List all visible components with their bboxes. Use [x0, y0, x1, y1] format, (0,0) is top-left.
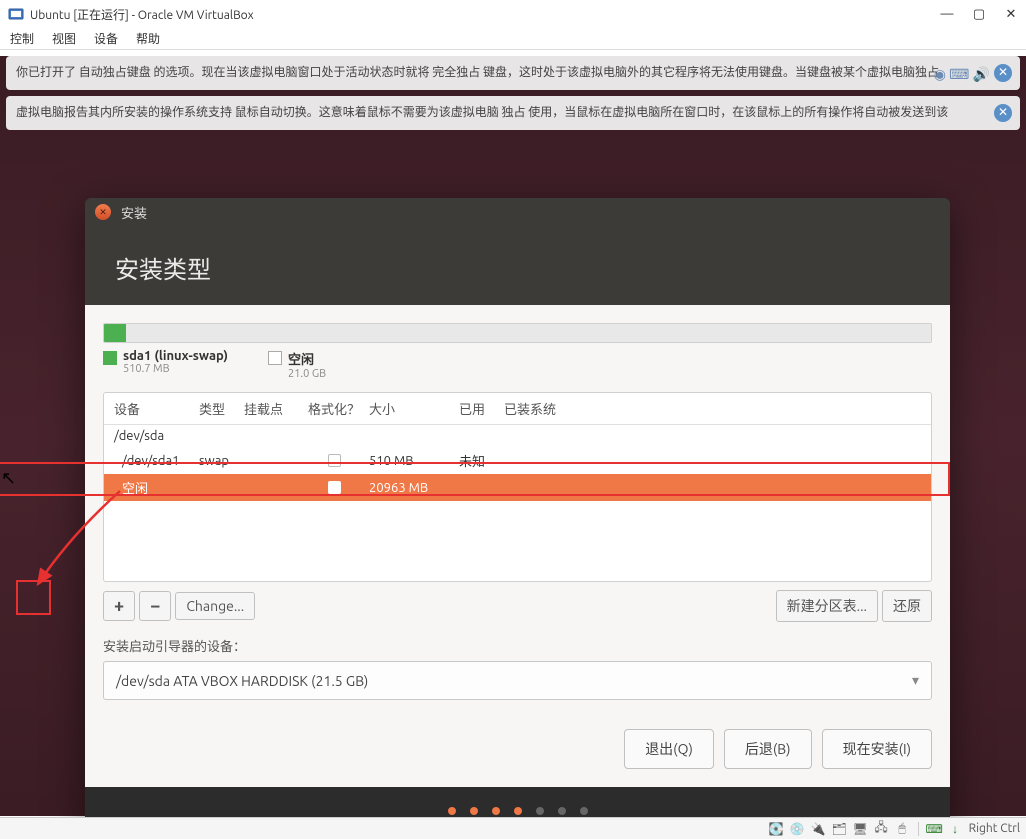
disk-legend: sda1 (linux-swap) 510.7 MB 空闲 21.0 GB	[103, 349, 932, 380]
maximize-button[interactable]: ▢	[972, 7, 986, 21]
change-partition-button[interactable]: Change...	[175, 592, 255, 620]
legend-square-swap	[103, 351, 117, 365]
virtualbox-icon	[8, 6, 24, 22]
partition-table[interactable]: 设备 类型 挂载点 格式化？ 大小 已用 已装系统 /dev/sda /dev/…	[103, 392, 932, 582]
window-close-button[interactable]	[95, 204, 111, 220]
host-key-indicator-icon: ⌨	[927, 821, 942, 836]
bootloader-label: 安装启动引导器的设备：	[103, 636, 932, 655]
mouse-icon[interactable]: 🖱	[895, 821, 910, 836]
step-dot	[470, 807, 478, 815]
nav-buttons: 退出(Q) 后退(B) 现在安装(I)	[103, 709, 932, 769]
back-button[interactable]: 后退(B)	[724, 729, 812, 769]
step-dot	[448, 807, 456, 815]
remove-partition-button[interactable]: −	[139, 591, 171, 621]
add-partition-button[interactable]: +	[103, 591, 135, 621]
format-checkbox[interactable]	[328, 481, 341, 494]
header-size[interactable]: 大小	[369, 399, 459, 418]
notification-mouse: 虚拟电脑报告其内所安装的操作系统支持 鼠标自动切换。这意味着鼠标不需要为该虚拟电…	[6, 96, 1020, 130]
network-icon[interactable]: 🖧	[874, 821, 889, 836]
header-used[interactable]: 已用	[459, 399, 504, 418]
step-dot	[580, 807, 588, 815]
disk-segment-swap	[104, 324, 126, 342]
vm-viewport: 你已打开了 自动独占键盘 的选项。现在当该虚拟电脑窗口处于活动状态时就将 完全独…	[0, 56, 1026, 816]
annotation-highlight-add	[16, 580, 51, 615]
installer-window: 安装 安装类型 sda1 (linux-swap) 510.7 MB	[85, 198, 950, 833]
menu-help[interactable]: 帮助	[136, 30, 160, 47]
menu-device[interactable]: 设备	[94, 30, 118, 47]
host-key-label: Right Ctrl	[969, 822, 1020, 835]
header-system[interactable]: 已装系统	[504, 399, 921, 418]
bootloader-select[interactable]: /dev/sda ATA VBOX HARDDISK (21.5 GB) ▾	[103, 661, 932, 700]
window-title: Ubuntu [正在运行] - Oracle VM VirtualBox	[30, 6, 940, 23]
legend-swap: sda1 (linux-swap) 510.7 MB	[103, 349, 228, 380]
notification-close-button[interactable]: ✕	[994, 104, 1012, 122]
optical-icon[interactable]: 💿	[790, 821, 805, 836]
installer-window-title: 安装	[121, 203, 147, 222]
hdd-icon[interactable]: 💽	[769, 821, 784, 836]
host-key-arrow-icon: ↓	[948, 821, 963, 836]
table-row-selected[interactable]: 空闲 20963 MB	[104, 474, 931, 501]
vbox-menubar: 控制 视图 设备 帮助	[0, 28, 1026, 50]
disk-usage-bar	[103, 323, 932, 343]
step-dot	[492, 807, 500, 815]
table-header: 设备 类型 挂载点 格式化？ 大小 已用 已装系统	[104, 393, 931, 425]
disk-segment-free	[126, 324, 931, 342]
installer-body: sda1 (linux-swap) 510.7 MB 空闲 21.0 GB 设备…	[85, 305, 950, 787]
table-row[interactable]: /dev/sda	[104, 425, 931, 447]
install-now-button[interactable]: 现在安装(I)	[822, 729, 932, 769]
notification-extra-icons: ◉ ⌨ 🔊	[934, 64, 990, 85]
installer-header: 安装类型	[85, 226, 950, 305]
close-button[interactable]: ✕	[1004, 7, 1018, 21]
vbox-statusbar: 💽 💿 🔌 🗂 🖥 🖧 🖱 ⌨ ↓ Right Ctrl	[0, 817, 1026, 839]
step-dot	[558, 807, 566, 815]
step-dot	[514, 807, 522, 815]
shared-folder-icon[interactable]: 🗂	[832, 821, 847, 836]
format-checkbox[interactable]	[328, 454, 341, 467]
new-partition-table-button[interactable]: 新建分区表...	[776, 590, 878, 622]
chevron-down-icon: ▾	[912, 672, 919, 689]
legend-free: 空闲 21.0 GB	[268, 349, 326, 380]
cursor-icon: ↖	[1, 468, 16, 489]
quit-button[interactable]: 退出(Q)	[624, 729, 714, 769]
notification-keyboard: 你已打开了 自动独占键盘 的选项。现在当该虚拟电脑窗口处于活动状态时就将 完全独…	[6, 56, 1020, 90]
table-actions: + − Change... 新建分区表... 还原	[103, 590, 932, 622]
revert-button[interactable]: 还原	[882, 590, 932, 622]
legend-square-free	[268, 351, 282, 365]
step-dot	[536, 807, 544, 815]
table-row[interactable]: /dev/sda1 swap 510 MB 未知	[104, 447, 931, 474]
minimize-button[interactable]: —	[940, 7, 954, 21]
display-icon[interactable]: 🖥	[853, 821, 868, 836]
menu-control[interactable]: 控制	[10, 30, 34, 47]
menu-view[interactable]: 视图	[52, 30, 76, 47]
header-device[interactable]: 设备	[114, 399, 199, 418]
usb-icon[interactable]: 🔌	[811, 821, 826, 836]
vbox-titlebar: Ubuntu [正在运行] - Oracle VM VirtualBox — ▢…	[0, 0, 1026, 28]
header-type[interactable]: 类型	[199, 399, 244, 418]
header-mount[interactable]: 挂载点	[244, 399, 299, 418]
notification-close-button[interactable]: ✕	[994, 64, 1012, 82]
header-format[interactable]: 格式化？	[299, 399, 369, 418]
installer-titlebar: 安装	[85, 198, 950, 226]
